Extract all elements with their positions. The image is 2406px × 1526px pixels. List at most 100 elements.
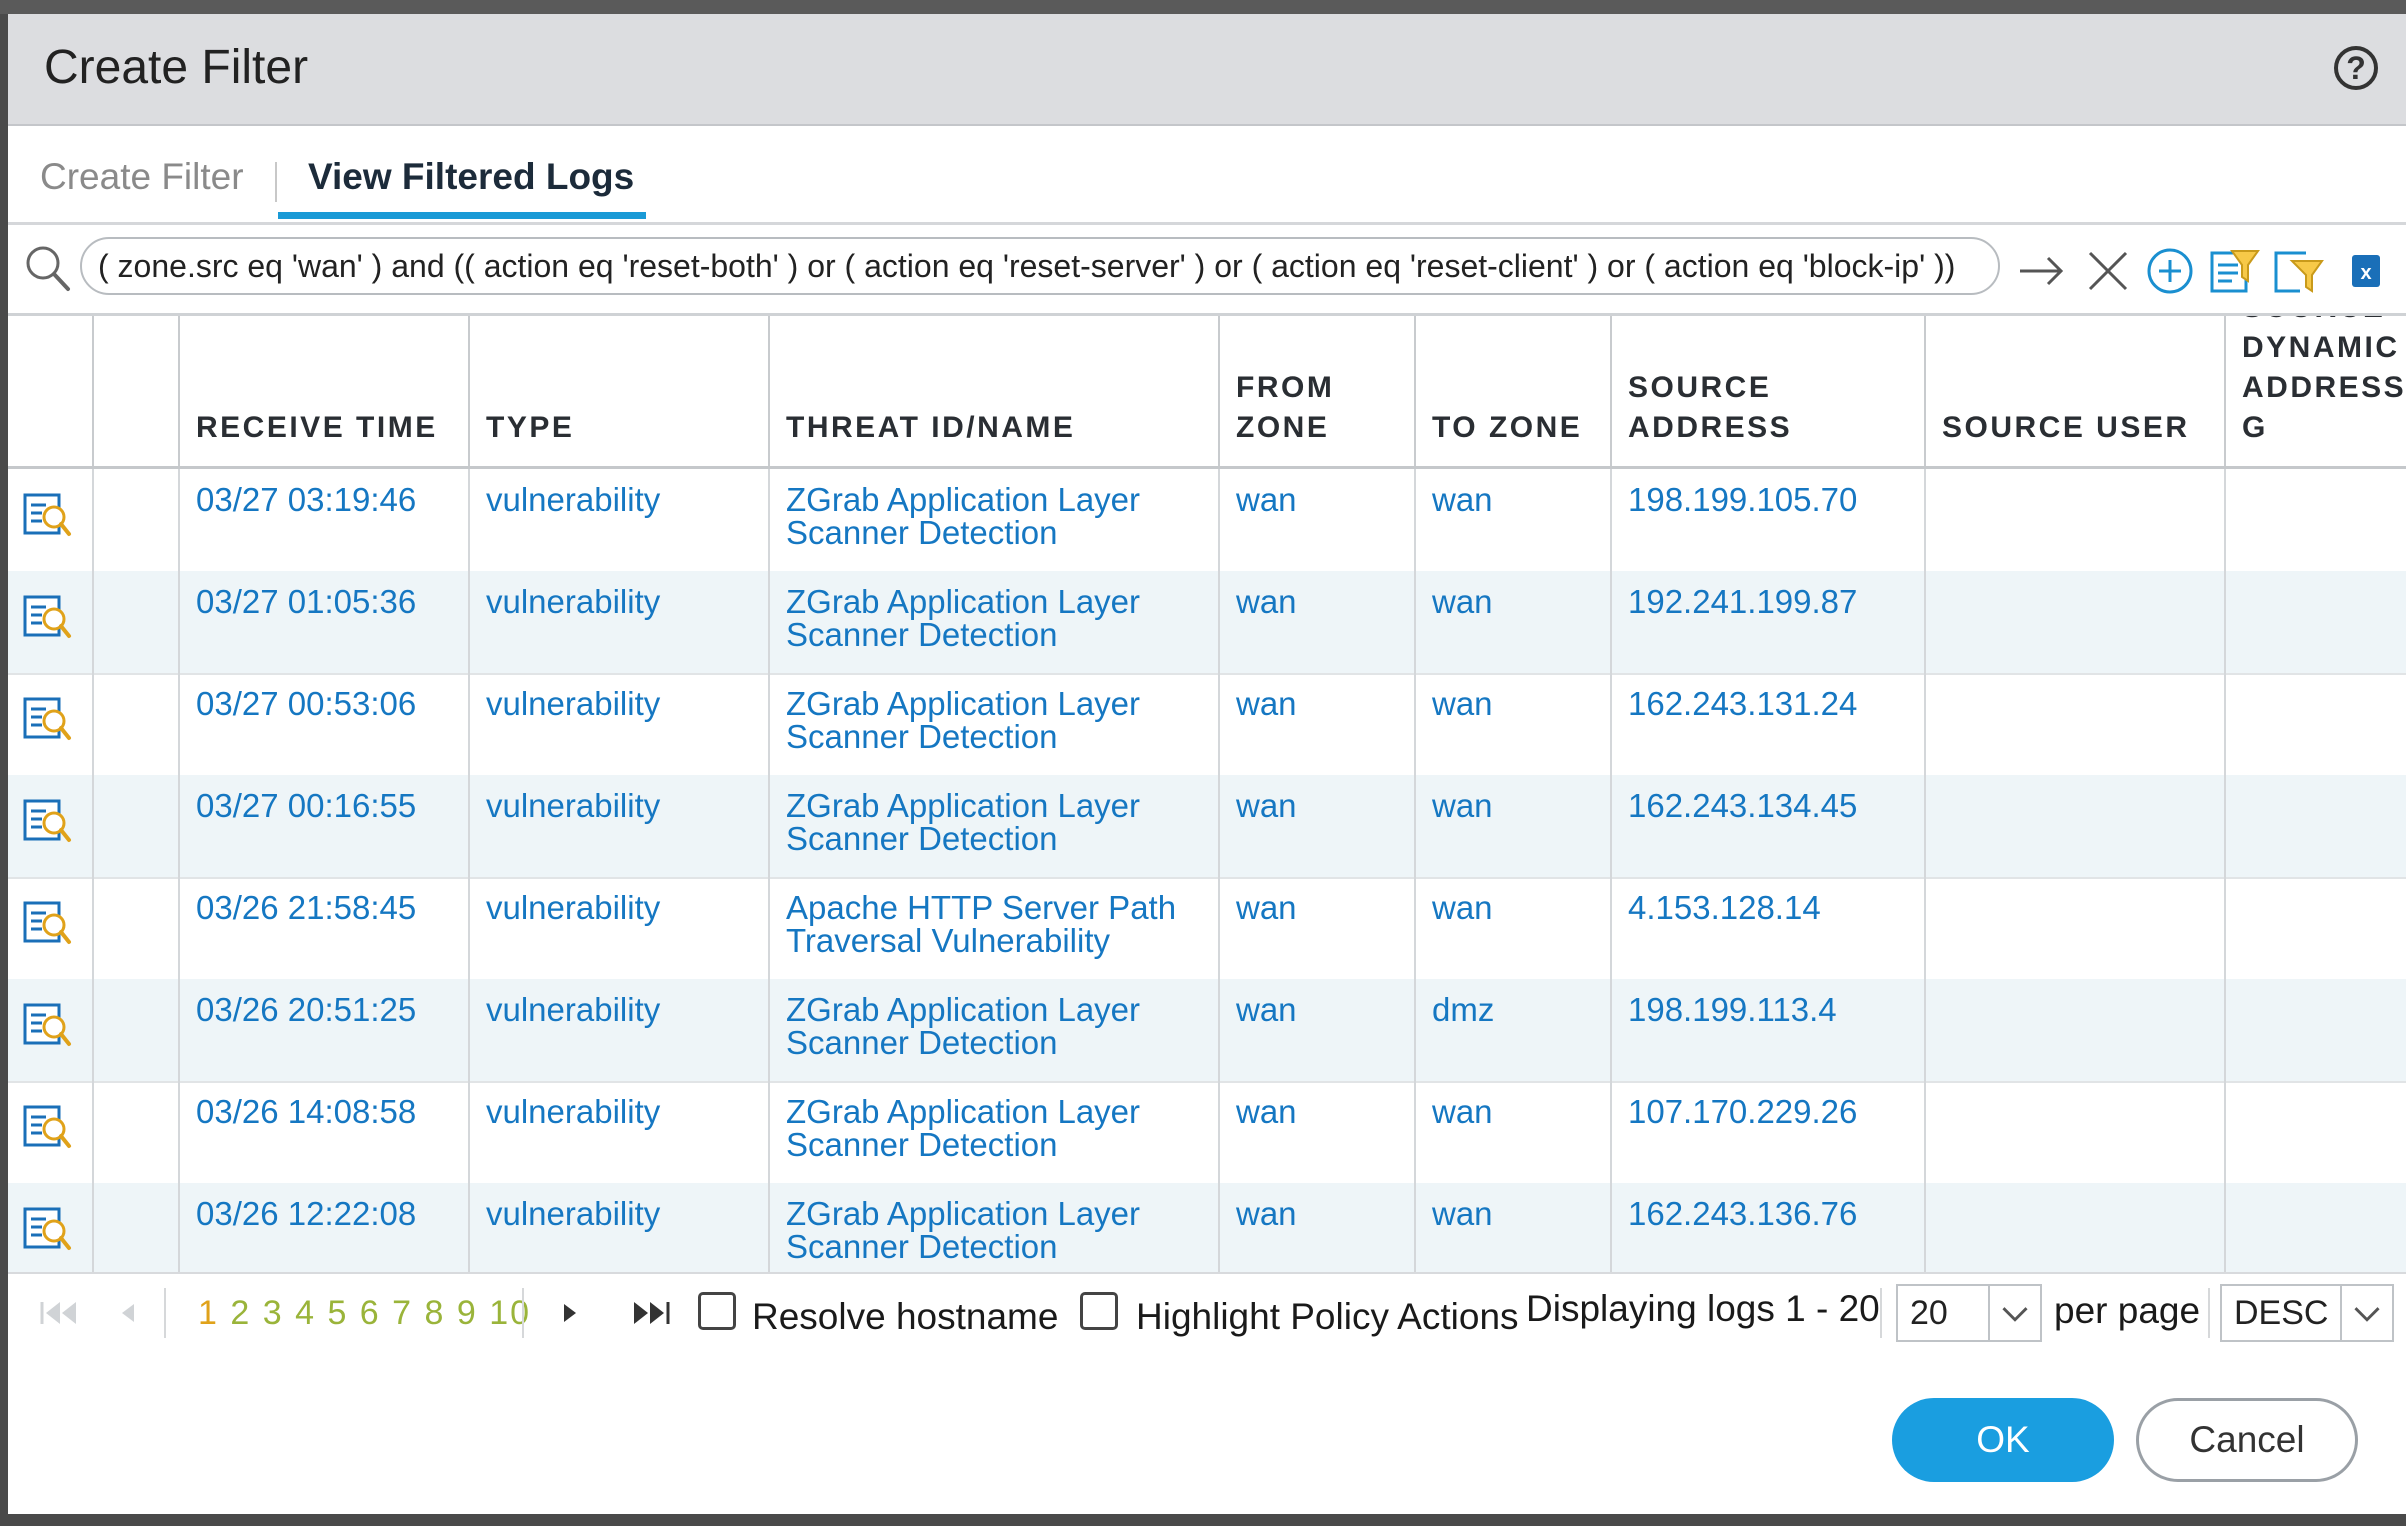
receive-time-cell[interactable]: 03/27 03:19:46 <box>180 469 470 571</box>
source-address-cell[interactable]: 198.199.113.4 <box>1612 979 1926 1081</box>
cancel-button[interactable]: Cancel <box>2136 1398 2358 1482</box>
highlight-policy-checkbox[interactable] <box>1080 1292 1118 1330</box>
receive-time-cell[interactable]: 03/26 14:08:58 <box>180 1081 470 1183</box>
threat-name-cell[interactable]: ZGrab Application Layer Scanner Detection <box>770 673 1220 775</box>
from-zone-cell[interactable]: wan <box>1220 469 1416 571</box>
to-zone-cell[interactable]: wan <box>1416 1183 1612 1272</box>
threat-name-line[interactable]: ZGrab Application Layer <box>786 585 1202 618</box>
log-details-icon[interactable] <box>22 1101 72 1153</box>
log-details-icon[interactable] <box>22 795 72 847</box>
log-details-icon[interactable] <box>22 591 72 643</box>
to-zone-cell[interactable]: wan <box>1416 775 1612 877</box>
chevron-down-icon[interactable] <box>1988 1286 2040 1340</box>
threat-name-line[interactable]: Scanner Detection <box>786 822 1202 855</box>
from-zone-cell[interactable]: wan <box>1220 877 1416 979</box>
log-details-icon[interactable] <box>22 489 72 541</box>
from-zone-cell[interactable]: wan <box>1220 673 1416 775</box>
column-header-source-user[interactable]: SOURCE USER <box>1926 316 2226 466</box>
threat-name-line[interactable]: Scanner Detection <box>786 516 1202 549</box>
type-cell[interactable]: vulnerability <box>470 1183 770 1272</box>
log-details-icon[interactable] <box>22 897 72 949</box>
receive-time-cell[interactable]: 03/27 01:05:36 <box>180 571 470 673</box>
clear-filter-icon[interactable] <box>2080 241 2136 297</box>
threat-name-line[interactable]: ZGrab Application Layer <box>786 1197 1202 1230</box>
column-header-source-address[interactable]: SOURCE ADDRESS <box>1612 316 1926 466</box>
tab-view-filtered-logs[interactable]: View Filtered Logs <box>308 156 634 198</box>
threat-name-line[interactable]: Scanner Detection <box>786 720 1202 753</box>
threat-name-line[interactable]: Scanner Detection <box>786 1026 1202 1059</box>
per-page-select[interactable]: 20 <box>1896 1284 2042 1342</box>
type-cell[interactable]: vulnerability <box>470 673 770 775</box>
log-details-icon[interactable] <box>22 693 72 745</box>
receive-time-cell[interactable]: 03/26 20:51:25 <box>180 979 470 1081</box>
type-cell[interactable]: vulnerability <box>470 979 770 1081</box>
table-row[interactable]: 03/27 00:53:06 vulnerability ZGrab Applica… <box>8 673 2406 777</box>
from-zone-cell[interactable]: wan <box>1220 1081 1416 1183</box>
threat-name-line[interactable]: Scanner Detection <box>786 1230 1202 1263</box>
export-excel-icon[interactable]: x <box>2338 241 2394 297</box>
threat-name-line[interactable]: Scanner Detection <box>786 618 1202 651</box>
threat-name-line[interactable]: Apache HTTP Server Path <box>786 891 1202 924</box>
apply-filter-arrow-icon[interactable] <box>2014 241 2070 297</box>
to-zone-cell[interactable]: wan <box>1416 571 1612 673</box>
threat-name-line[interactable]: ZGrab Application Layer <box>786 993 1202 1026</box>
type-cell[interactable]: vulnerability <box>470 775 770 877</box>
other-pages[interactable]: 2 3 4 5 6 7 8 9 10 <box>230 1294 531 1332</box>
source-address-cell[interactable]: 162.243.131.24 <box>1612 673 1926 775</box>
column-header-from-zone[interactable]: FROM ZONE <box>1220 316 1416 466</box>
table-row[interactable]: 03/26 21:58:45 vulnerability Apache HTTP S… <box>8 877 2406 981</box>
threat-name-line[interactable]: Traversal Vulnerability <box>786 924 1202 957</box>
source-address-cell[interactable]: 162.243.134.45 <box>1612 775 1926 877</box>
save-filter-icon[interactable] <box>2206 241 2262 297</box>
page-numbers[interactable]: 1 2 3 4 5 6 7 8 9 10 <box>198 1294 531 1333</box>
column-header-type[interactable]: TYPE <box>470 316 770 466</box>
threat-name-line[interactable]: ZGrab Application Layer <box>786 789 1202 822</box>
threat-name-cell[interactable]: ZGrab Application Layer Scanner Detection <box>770 469 1220 571</box>
source-address-cell[interactable]: 162.243.136.76 <box>1612 1183 1926 1272</box>
receive-time-cell[interactable]: 03/27 00:53:06 <box>180 673 470 775</box>
threat-name-cell[interactable]: ZGrab Application Layer Scanner Detection <box>770 571 1220 673</box>
search-icon[interactable] <box>22 241 72 297</box>
next-page-icon[interactable] <box>558 1296 582 1330</box>
current-page[interactable]: 1 <box>198 1294 219 1332</box>
sort-order-select[interactable]: DESC <box>2220 1284 2394 1342</box>
load-filter-icon[interactable] <box>2270 241 2326 297</box>
source-address-cell[interactable]: 198.199.105.70 <box>1612 469 1926 571</box>
threat-name-line[interactable]: ZGrab Application Layer <box>786 483 1202 516</box>
from-zone-cell[interactable]: wan <box>1220 1183 1416 1272</box>
table-row[interactable]: 03/26 20:51:25 vulnerability ZGrab Applica… <box>8 979 2406 1083</box>
log-details-icon[interactable] <box>22 1203 72 1255</box>
type-cell[interactable]: vulnerability <box>470 469 770 571</box>
receive-time-cell[interactable]: 03/27 00:16:55 <box>180 775 470 877</box>
first-page-icon[interactable] <box>36 1296 80 1330</box>
type-cell[interactable]: vulnerability <box>470 571 770 673</box>
column-header-source-dag[interactable]: SOURCE DYNAMIC ADDRESS G <box>2226 316 2406 466</box>
last-page-icon[interactable] <box>630 1296 674 1330</box>
column-header-receive-time[interactable]: RECEIVE TIME <box>180 316 470 466</box>
threat-name-cell[interactable]: ZGrab Application Layer Scanner Detection <box>770 979 1220 1081</box>
tab-create-filter[interactable]: Create Filter <box>40 156 244 198</box>
to-zone-cell[interactable]: wan <box>1416 877 1612 979</box>
column-header-threat-name[interactable]: THREAT ID/NAME <box>770 316 1220 466</box>
type-cell[interactable]: vulnerability <box>470 877 770 979</box>
threat-name-line[interactable]: Scanner Detection <box>786 1128 1202 1161</box>
to-zone-cell[interactable]: dmz <box>1416 979 1612 1081</box>
threat-name-cell[interactable]: ZGrab Application Layer Scanner Detection <box>770 775 1220 877</box>
to-zone-cell[interactable]: wan <box>1416 673 1612 775</box>
source-address-cell[interactable]: 107.170.229.26 <box>1612 1081 1926 1183</box>
question-circle-icon[interactable]: ? <box>2334 46 2378 90</box>
receive-time-cell[interactable]: 03/26 12:22:08 <box>180 1183 470 1272</box>
from-zone-cell[interactable]: wan <box>1220 571 1416 673</box>
threat-name-line[interactable]: ZGrab Application Layer <box>786 687 1202 720</box>
add-filter-icon[interactable] <box>2142 241 2198 297</box>
source-address-cell[interactable]: 192.241.199.87 <box>1612 571 1926 673</box>
from-zone-cell[interactable]: wan <box>1220 775 1416 877</box>
to-zone-cell[interactable]: wan <box>1416 469 1612 571</box>
column-header-to-zone[interactable]: TO ZONE <box>1416 316 1612 466</box>
table-row[interactable]: 03/27 01:05:36 vulnerability ZGrab Applica… <box>8 571 2406 675</box>
ok-button[interactable]: OK <box>1892 1398 2114 1482</box>
filter-input[interactable]: ( zone.src eq 'wan' ) and (( action eq '… <box>80 237 2000 295</box>
threat-name-line[interactable]: ZGrab Application Layer <box>786 1095 1202 1128</box>
table-row[interactable]: 03/27 00:16:55 vulnerability ZGrab Applica… <box>8 775 2406 879</box>
threat-name-cell[interactable]: Apache HTTP Server Path Traversal Vulnera… <box>770 877 1220 979</box>
